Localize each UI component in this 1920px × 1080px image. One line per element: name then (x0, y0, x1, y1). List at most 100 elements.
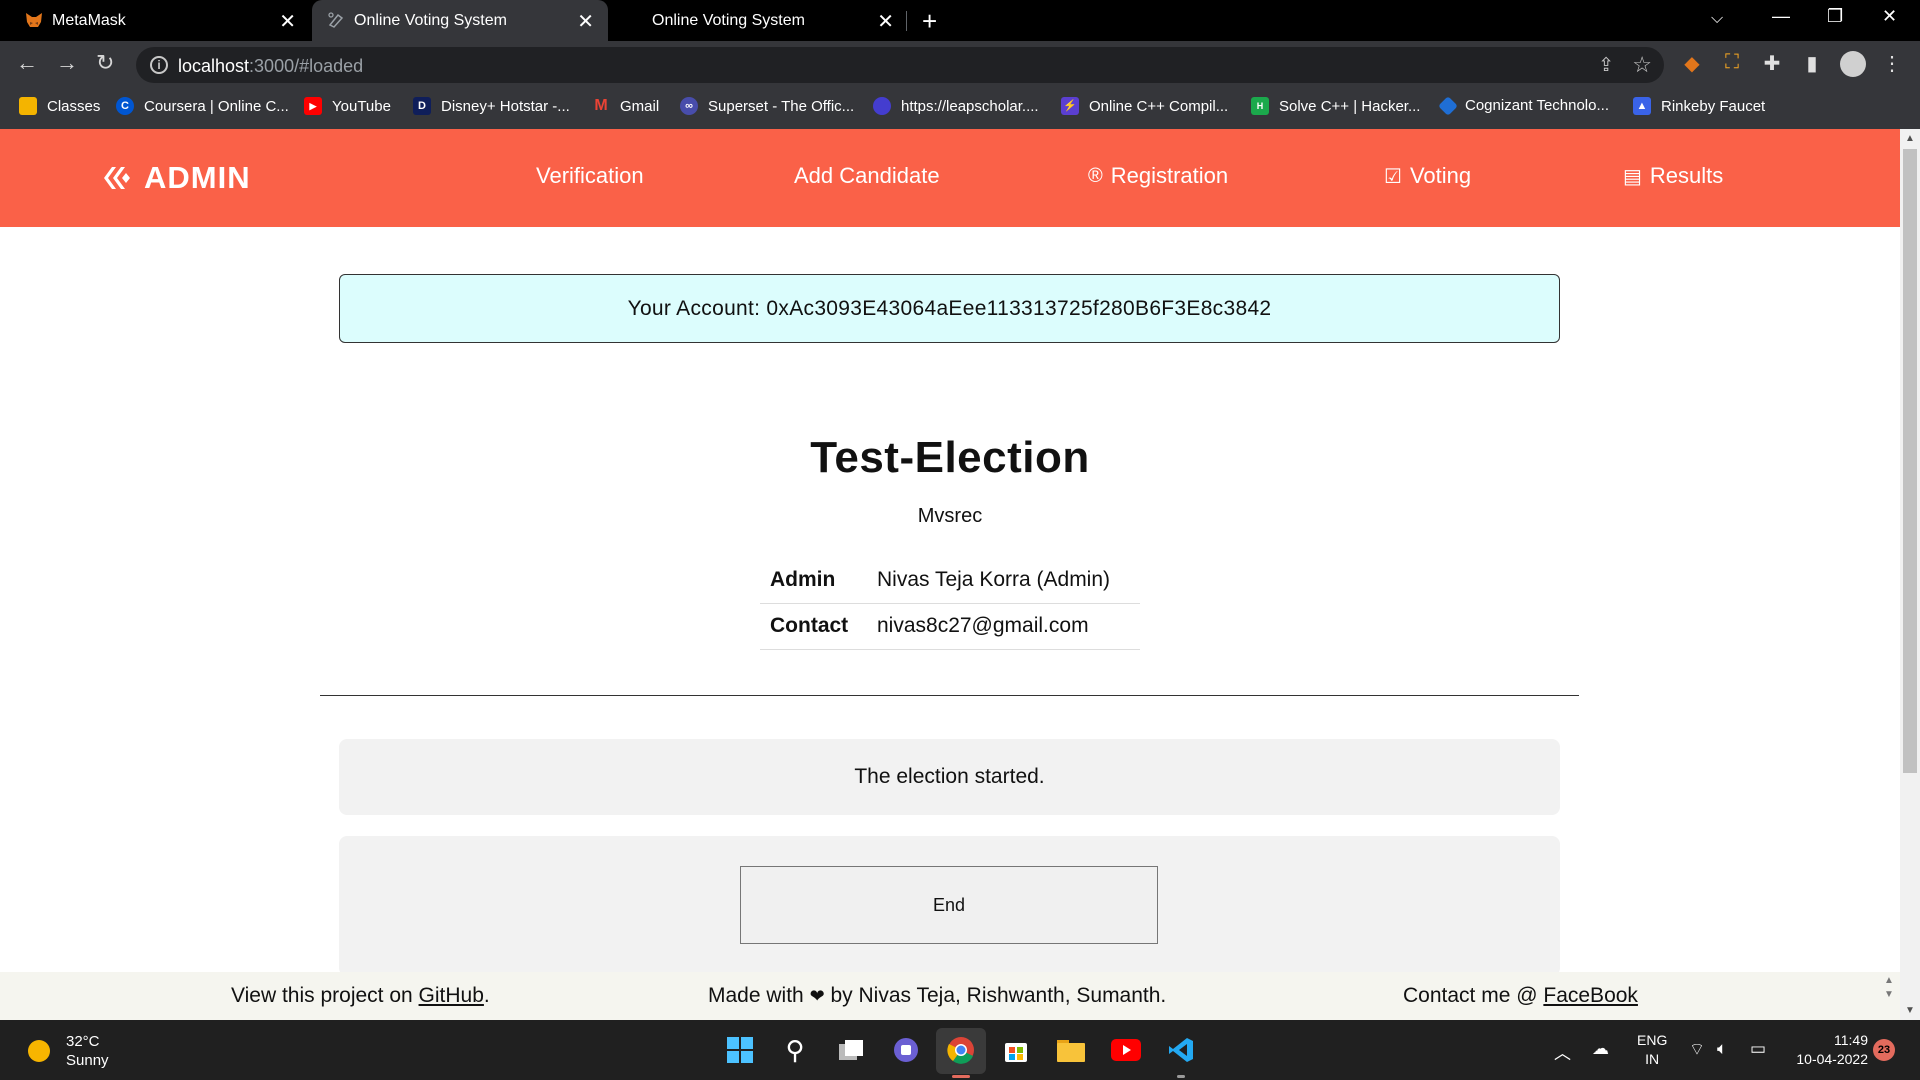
facebook-link[interactable]: FaceBook (1543, 984, 1638, 1007)
browser-tab-bar: MetaMask ✕ Online Voting System ✕ Online… (0, 0, 1920, 41)
lightning-icon: ⚡ (1061, 97, 1079, 115)
minimize-button[interactable]: — (1772, 6, 1790, 27)
tab-title: MetaMask (52, 12, 126, 29)
tab-separator (906, 11, 907, 31)
task-view-icon[interactable] (835, 1034, 867, 1066)
profile-avatar[interactable] (1840, 51, 1866, 77)
footer-scroll-arrows-icon[interactable]: ▲ ▼ (1878, 974, 1900, 1020)
browser-toolbar: ← → ↻ i localhost:3000/#loaded ⇪ ☆ ◆ ⛶ ✚… (0, 41, 1920, 89)
windows-taskbar: 32°C Sunny ⚲ ︿ ☁ ENG IN ⌔ 🔈︎ ▭ 11:49 10-… (0, 1020, 1920, 1080)
clock-time: 11:49 (1834, 1032, 1868, 1048)
scroll-up-icon[interactable]: ▲ (1905, 133, 1915, 144)
bookmark-superset[interactable]: ∞ Superset - The Offic... (680, 97, 854, 115)
hackerrank-icon: H (1251, 97, 1269, 115)
close-window-button[interactable]: ✕ (1882, 6, 1897, 27)
organization-name: Mvsrec (917, 505, 983, 527)
share-icon[interactable]: ⇪ (1598, 54, 1614, 77)
leapscholar-icon (873, 97, 891, 115)
bookmark-online-cpp[interactable]: ⚡ Online C++ Compil... (1061, 97, 1228, 115)
chrome-icon[interactable] (945, 1034, 977, 1066)
scroll-down-icon[interactable]: ▼ (1905, 1005, 1915, 1016)
bookmark-rinkeby[interactable]: ▲ Rinkeby Faucet (1633, 97, 1765, 115)
tab-online-voting[interactable]: Online Voting System ✕ (612, 0, 908, 41)
file-explorer-icon[interactable] (1055, 1034, 1087, 1066)
windows-start-icon[interactable] (724, 1034, 756, 1066)
election-title: Test-Election (810, 433, 1090, 482)
admin-label: Admin (760, 557, 867, 604)
page-viewport: ADMIN Verification Add Candidate ® Regis… (0, 129, 1900, 1020)
contact-value: nivas8c27@gmail.com (867, 603, 1140, 650)
scrollbar-thumb[interactable] (1903, 149, 1917, 773)
rinkeby-icon: ▲ (1633, 97, 1651, 115)
address-bar[interactable]: i localhost:3000/#loaded ⇪ ☆ (136, 47, 1664, 83)
tab-search-icon[interactable]: ⌵ (1711, 10, 1723, 28)
notification-badge[interactable]: 23 (1873, 1039, 1895, 1061)
metamask-extension-icon[interactable]: ◆ (1680, 51, 1704, 75)
teams-chat-icon[interactable] (890, 1034, 922, 1066)
end-election-button[interactable]: End (740, 866, 1158, 944)
footer-contact: Contact me @ FaceBook (1403, 984, 1638, 1007)
tab-online-voting-active[interactable]: Online Voting System ✕ (312, 0, 608, 41)
reload-button[interactable]: ↻ (96, 50, 114, 76)
restore-button[interactable]: ❐ (1827, 6, 1843, 27)
vote-box-icon: ☑ (1384, 165, 1402, 188)
bookmark-leapscholar[interactable]: https://leapscholar.... (873, 97, 1039, 115)
tab-title: Online Voting System (652, 12, 805, 29)
active-app-indicator (952, 1075, 970, 1078)
onedrive-cloud-icon[interactable]: ☁ (1592, 1039, 1609, 1059)
page-footer: View this project on GitHub. Made with ❤… (0, 972, 1900, 1020)
wifi-icon[interactable]: ⌔ (1689, 1039, 1705, 1060)
nav-voting[interactable]: ☑ Voting (1384, 163, 1471, 189)
nav-add-candidate[interactable]: Add Candidate (794, 163, 940, 189)
tab-metamask[interactable]: MetaMask ✕ (10, 0, 310, 41)
results-document-icon: ▤ (1623, 165, 1642, 188)
brand-label: ADMIN (144, 160, 251, 195)
page-scrollbar[interactable]: ▲ ▼ (1900, 129, 1920, 1020)
nav-verification[interactable]: Verification (536, 163, 644, 189)
github-link[interactable]: GitHub (419, 984, 484, 1007)
bookmarks-bar: Classes C Coursera | Online C... ▶ YouTube… (0, 89, 1920, 129)
heart-icon: ❤ (809, 986, 825, 1006)
search-icon[interactable]: ⚲ (779, 1034, 811, 1066)
microsoft-store-icon[interactable] (1000, 1034, 1032, 1066)
bookmark-hotstar[interactable]: D Disney+ Hotstar -... (413, 97, 570, 115)
page-favicon-icon (328, 12, 344, 28)
url-text[interactable]: localhost:3000/#loaded (178, 56, 363, 77)
new-tab-button[interactable]: + (922, 6, 937, 37)
vscode-icon[interactable] (1165, 1034, 1197, 1066)
battery-icon[interactable]: ▭ (1750, 1039, 1766, 1059)
nav-results[interactable]: ▤ Results (1623, 163, 1723, 189)
bookmark-classes[interactable]: Classes (19, 97, 100, 115)
brand[interactable]: ADMIN (102, 160, 251, 196)
bookmark-hackerrank[interactable]: H Solve C++ | Hacker... (1251, 97, 1420, 115)
forward-button[interactable]: → (56, 50, 78, 76)
browser-menu-icon[interactable]: ⋮ (1880, 51, 1904, 75)
nav-registration[interactable]: ® Registration (1088, 163, 1228, 189)
bookmark-youtube[interactable]: ▶ YouTube (304, 97, 391, 115)
bookmark-gmail[interactable]: M Gmail (592, 97, 659, 115)
close-tab-icon[interactable]: ✕ (877, 9, 894, 34)
back-button[interactable]: ← (16, 50, 38, 76)
bookmark-star-icon[interactable]: ☆ (1632, 52, 1652, 78)
table-row: Admin Nivas Teja Korra (Admin) (760, 557, 1140, 604)
site-info-icon[interactable]: i (150, 56, 168, 74)
close-tab-icon[interactable]: ✕ (279, 9, 296, 34)
screenshot-extension-icon[interactable]: ⛶ (1720, 51, 1744, 75)
input-language[interactable]: ENG IN (1637, 1031, 1667, 1069)
system-clock[interactable]: 11:49 10-04-2022 (1788, 1031, 1868, 1069)
bookmark-coursera[interactable]: C Coursera | Online C... (116, 97, 289, 115)
volume-icon[interactable]: 🔈︎ (1717, 1039, 1727, 1059)
registered-icon: ® (1088, 164, 1103, 187)
weather-widget[interactable]: 32°C Sunny (28, 1032, 109, 1070)
bookmark-cognizant[interactable]: Cognizant Technolo... (1438, 95, 1609, 116)
footer-github: View this project on GitHub. (231, 984, 490, 1007)
weather-condition: Sunny (66, 1052, 109, 1069)
show-hidden-icons-icon[interactable]: ︿ (1554, 1039, 1571, 1064)
footer-credits: Made with ❤ by Nivas Teja, Rishwanth, Su… (708, 984, 1167, 1007)
tab-title: Online Voting System (354, 12, 507, 29)
side-panel-icon[interactable]: ▮ (1800, 51, 1824, 75)
close-tab-icon[interactable]: ✕ (577, 9, 594, 34)
extensions-puzzle-icon[interactable]: ✚ (1760, 51, 1784, 75)
youtube-app-icon[interactable] (1110, 1034, 1142, 1066)
election-control-box: End (339, 836, 1560, 976)
